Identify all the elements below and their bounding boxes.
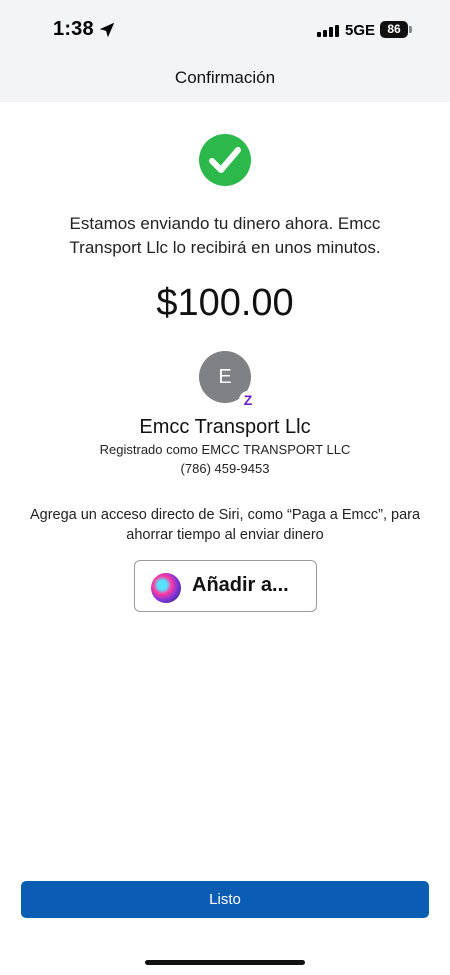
confirmation-screen: 1:38 5GE 86 Confirmación Estamos enviand… [0,0,450,975]
home-indicator[interactable] [145,960,305,965]
recipient-phone: (786) 459-9453 [180,461,270,476]
network-type: 5GE [345,22,376,39]
location-arrow-icon [99,22,115,38]
signal-bars-icon [317,25,339,37]
check-circle-icon [199,134,251,186]
add-to-siri-button[interactable]: Añadir a... [134,560,317,612]
recipient-registered-name: Registrado como EMCC TRANSPORT LLC [99,442,351,457]
recipient-name: Emcc Transport Llc [139,416,311,438]
siri-shortcut-prompt: Agrega un acceso directo de Siri, como “… [29,507,421,543]
siri-icon [151,573,181,603]
done-button[interactable]: Listo [21,881,429,918]
add-to-siri-label: Añadir a... [192,574,289,596]
amount: $100.00 [156,282,294,324]
battery-icon: 86 [380,21,412,38]
top-bar: 1:38 5GE 86 Confirmación [0,0,450,102]
confirmation-message: Estamos enviando tu dinero ahora. Emcc T… [69,214,381,257]
page-title: Confirmación [174,68,276,87]
zelle-icon: Z [239,391,257,409]
status-time: 1:38 [53,18,94,40]
battery-level: 86 [380,21,408,38]
